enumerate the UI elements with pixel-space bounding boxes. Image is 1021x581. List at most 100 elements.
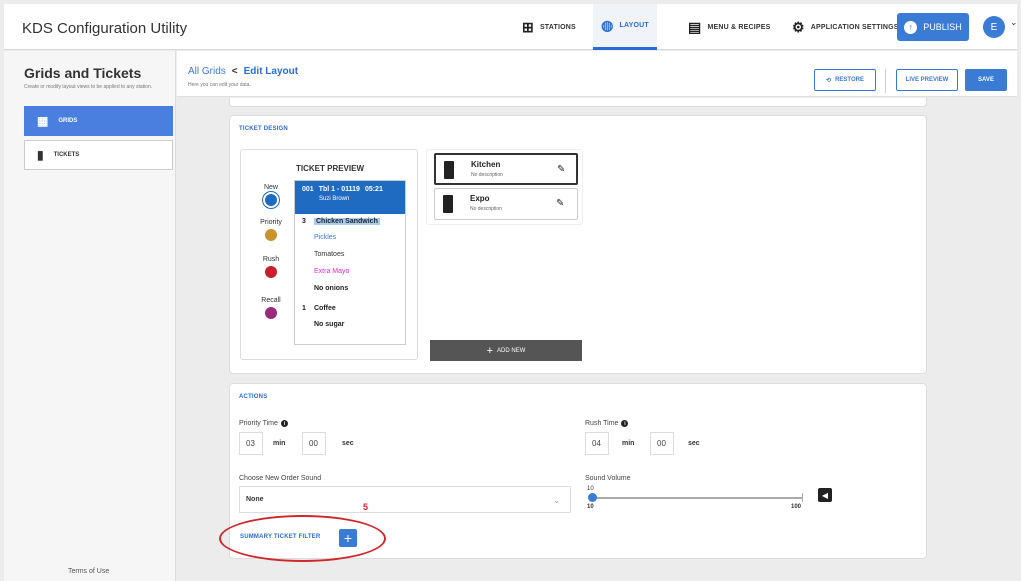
pencil-icon[interactable]: ✎	[557, 164, 565, 175]
station-name: Expo	[470, 194, 490, 203]
ticket-line: Pickles	[295, 234, 405, 241]
nav-layout-label: LAYOUT	[619, 22, 649, 29]
priority-time-text: Priority Time	[239, 420, 278, 427]
ticket-header: 001 Tbl 1 - 01119 05:21 Suzi Brown	[295, 181, 405, 214]
previous-card-bottom	[229, 98, 927, 107]
palette-icon: ◍	[601, 17, 614, 33]
line-item: No onions	[314, 285, 349, 292]
priority-seconds-input[interactable]: 00	[302, 432, 326, 455]
ticket-design-card: TICKET DESIGN New Priority Rush Recall T…	[229, 115, 927, 374]
ticket-icon: ▮	[37, 148, 44, 162]
legend-recall-label: Recall	[261, 297, 281, 304]
nav-layout[interactable]: ◍ LAYOUT	[593, 4, 657, 50]
station-desc: No description	[471, 172, 503, 178]
ticket-line: 3 Chicken Sandwich	[295, 218, 405, 225]
rush-time-text: Rush Time	[585, 420, 619, 427]
volume-min: 10	[587, 504, 594, 510]
volume-label: Sound Volume	[585, 475, 631, 482]
rush-minutes-input[interactable]: 04	[585, 432, 609, 455]
station-card-kitchen[interactable]: Kitchen No description ✎	[434, 153, 578, 185]
line-qty: 3	[302, 218, 306, 225]
gear-icon: ⚙	[792, 18, 805, 35]
sound-label: Choose New Order Sound	[239, 475, 322, 482]
annotation-ellipse	[219, 515, 386, 562]
priority-minutes-input[interactable]: 03	[239, 432, 263, 455]
ticket-time: 05:21	[364, 186, 383, 193]
sidebar-item-tickets[interactable]: ▮ TICKETS	[24, 140, 173, 170]
nav-menu-recipes-label: MENU & RECIPES	[707, 23, 771, 31]
live-preview-button[interactable]: LIVE PREVIEW	[896, 69, 958, 91]
priority-time-label: Priority Time i	[239, 420, 288, 427]
volume-value: 10	[587, 486, 594, 492]
plus-icon: +	[486, 344, 494, 357]
ticket-server: Suzi Brown	[319, 196, 350, 202]
back-chevron-icon[interactable]: <	[232, 66, 238, 77]
page-subtitle: Here you can edit your data.	[188, 82, 251, 88]
nav-stations[interactable]: ⊞ STATIONS	[514, 4, 584, 50]
save-button[interactable]: SAVE	[965, 69, 1007, 91]
legend-priority-dot	[265, 229, 277, 241]
legend-priority-label: Priority	[260, 219, 282, 226]
add-new-label: ADD NEW	[497, 347, 526, 354]
chevron-down-icon: ⌄	[553, 496, 560, 505]
top-bar: KDS Configuration Utility ⊞ STATIONS ◍ L…	[4, 4, 1018, 50]
legend-priority: Priority	[251, 219, 291, 241]
app-title: KDS Configuration Utility	[22, 20, 188, 37]
line-item: Tomatoes	[314, 251, 345, 258]
sidebar-item-label: GRIDS	[58, 118, 78, 124]
history-icon: ⟲	[826, 77, 832, 84]
ticket-preview: 001 Tbl 1 - 01119 05:21 Suzi Brown 3 Chi…	[294, 180, 406, 345]
ticket-icon	[444, 161, 454, 179]
sidebar-item-grids[interactable]: ▦ GRIDS	[24, 106, 173, 136]
grid-icon: ▦	[37, 114, 49, 128]
sidebar-item-label: TICKETS	[53, 152, 80, 158]
stations-icon: ⊞	[522, 18, 534, 35]
ticket-table: Tbl 1 - 01119	[318, 186, 360, 193]
nav-menu-recipes[interactable]: ▤ MENU & RECIPES	[680, 4, 779, 50]
station-card-expo[interactable]: Expo No description ✎	[434, 188, 578, 220]
legend-rush-dot	[265, 266, 277, 278]
nav-application-settings[interactable]: ⚙ APPLICATION SETTINGS	[784, 4, 907, 50]
rush-sec-unit: sec	[688, 440, 700, 447]
publish-button[interactable]: ↑ PUBLISH	[897, 13, 969, 41]
line-qty: 1	[302, 305, 306, 312]
legend-new-dot	[265, 194, 277, 206]
ticket-line: Extra Mayo	[295, 268, 405, 275]
info-icon[interactable]: i	[280, 420, 288, 427]
page-title: Edit Layout	[243, 66, 299, 77]
sidebar: Grids and Tickets Create or modify layou…	[4, 51, 176, 581]
line-item: Pickles	[314, 234, 337, 241]
actions-heading: ACTIONS	[239, 394, 268, 400]
pencil-icon[interactable]: ✎	[556, 198, 564, 209]
avatar[interactable]: E	[983, 16, 1005, 38]
speaker-icon[interactable]: ◀	[818, 488, 832, 502]
ticket-preview-title: TICKET PREVIEW	[296, 164, 365, 173]
ticket-line: No sugar	[295, 321, 405, 328]
divider	[885, 69, 886, 93]
book-icon: ▤	[688, 18, 702, 35]
rush-seconds-input[interactable]: 00	[650, 432, 674, 455]
priority-sec-unit: sec	[342, 440, 354, 447]
legend-new-label: New	[263, 184, 278, 191]
restore-button[interactable]: ⟲ RESTORE	[814, 69, 876, 91]
info-icon[interactable]: i	[621, 420, 629, 427]
line-item: No sugar	[314, 321, 345, 328]
ticket-line: Tomatoes	[295, 251, 405, 258]
terms-of-use-link[interactable]: Terms of Use	[68, 568, 109, 575]
upload-icon: ↑	[904, 20, 918, 34]
legend-new: New	[251, 184, 291, 206]
annotation-number: 5	[363, 502, 369, 512]
add-new-button[interactable]: + ADD NEW	[430, 340, 582, 361]
rush-min-unit: min	[622, 440, 635, 447]
priority-min-unit: min	[273, 440, 286, 447]
volume-slider-end	[802, 493, 803, 502]
sound-select[interactable]: None ⌄	[239, 486, 571, 513]
breadcrumb: All Grids < Edit Layout	[188, 66, 298, 77]
line-item: Coffee	[314, 305, 336, 312]
breadcrumb-all-grids[interactable]: All Grids	[188, 66, 226, 77]
station-desc: No description	[470, 206, 502, 212]
volume-slider-handle[interactable]	[588, 493, 597, 502]
volume-slider[interactable]	[588, 493, 802, 502]
sidebar-subtitle: Create or modify layout views to be appl…	[24, 84, 153, 90]
chevron-down-icon[interactable]: ⌄	[1010, 17, 1018, 28]
